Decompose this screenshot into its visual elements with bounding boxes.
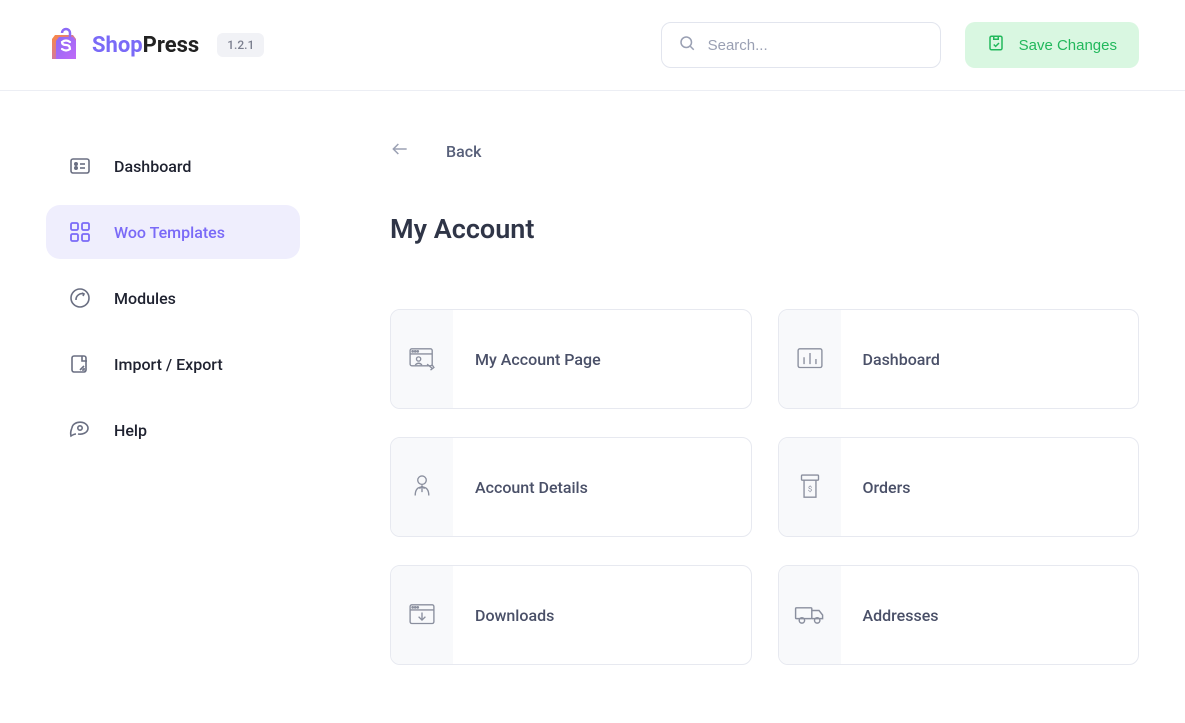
receipt-icon: $ bbox=[779, 438, 841, 536]
help-icon bbox=[68, 418, 92, 442]
header: ShopPress 1.2.1 Save Changes bbox=[0, 0, 1185, 91]
modules-icon bbox=[68, 286, 92, 310]
import-export-icon bbox=[68, 352, 92, 376]
card-addresses[interactable]: Addresses bbox=[778, 565, 1140, 665]
logo[interactable]: ShopPress bbox=[46, 27, 199, 63]
account-page-icon bbox=[391, 310, 453, 408]
card-orders[interactable]: $ Orders bbox=[778, 437, 1140, 537]
card-label: Downloads bbox=[453, 606, 554, 625]
svg-text:$: $ bbox=[807, 484, 811, 493]
sidebar-item-woo-templates[interactable]: Woo Templates bbox=[46, 205, 300, 259]
version-badge: 1.2.1 bbox=[217, 33, 264, 57]
sidebar-item-help[interactable]: Help bbox=[46, 403, 300, 457]
save-icon bbox=[987, 34, 1005, 56]
card-label: Dashboard bbox=[841, 350, 940, 369]
card-label: My Account Page bbox=[453, 350, 601, 369]
sidebar-item-label: Modules bbox=[114, 289, 176, 308]
main-content: Back My Account bbox=[330, 91, 1185, 665]
header-right: Save Changes bbox=[661, 22, 1139, 68]
back-arrow-icon bbox=[390, 139, 410, 163]
header-left: ShopPress 1.2.1 bbox=[46, 27, 264, 63]
cards-grid: My Account Page Dashboard bbox=[390, 309, 1139, 665]
sidebar-item-label: Import / Export bbox=[114, 355, 223, 374]
person-icon bbox=[391, 438, 453, 536]
templates-icon bbox=[68, 220, 92, 244]
sidebar-item-dashboard[interactable]: Dashboard bbox=[46, 139, 300, 193]
sidebar-item-label: Help bbox=[114, 421, 147, 440]
sidebar: Dashboard Woo Templates M bbox=[0, 91, 330, 665]
back-label: Back bbox=[446, 142, 481, 161]
search-input[interactable] bbox=[708, 37, 924, 54]
layout: Dashboard Woo Templates M bbox=[0, 91, 1185, 665]
back-button[interactable]: Back bbox=[390, 139, 1139, 163]
sidebar-item-import-export[interactable]: Import / Export bbox=[46, 337, 300, 391]
logo-text: ShopPress bbox=[92, 33, 199, 58]
sidebar-item-label: Woo Templates bbox=[114, 223, 225, 242]
card-my-account-page[interactable]: My Account Page bbox=[390, 309, 752, 409]
truck-icon bbox=[779, 566, 841, 664]
card-account-details[interactable]: Account Details bbox=[390, 437, 752, 537]
sidebar-item-modules[interactable]: Modules bbox=[46, 271, 300, 325]
search-box[interactable] bbox=[661, 22, 941, 68]
page-title: My Account bbox=[390, 213, 1139, 245]
sidebar-item-label: Dashboard bbox=[114, 157, 191, 176]
download-window-icon bbox=[391, 566, 453, 664]
save-changes-button[interactable]: Save Changes bbox=[965, 22, 1139, 68]
save-button-label: Save Changes bbox=[1019, 37, 1117, 54]
dashboard-icon bbox=[68, 154, 92, 178]
card-label: Addresses bbox=[841, 606, 939, 625]
shoppress-logo-icon bbox=[46, 27, 82, 63]
search-icon bbox=[678, 34, 696, 56]
card-label: Account Details bbox=[453, 478, 588, 497]
card-label: Orders bbox=[841, 478, 911, 497]
card-downloads[interactable]: Downloads bbox=[390, 565, 752, 665]
chart-icon bbox=[779, 310, 841, 408]
card-dashboard[interactable]: Dashboard bbox=[778, 309, 1140, 409]
